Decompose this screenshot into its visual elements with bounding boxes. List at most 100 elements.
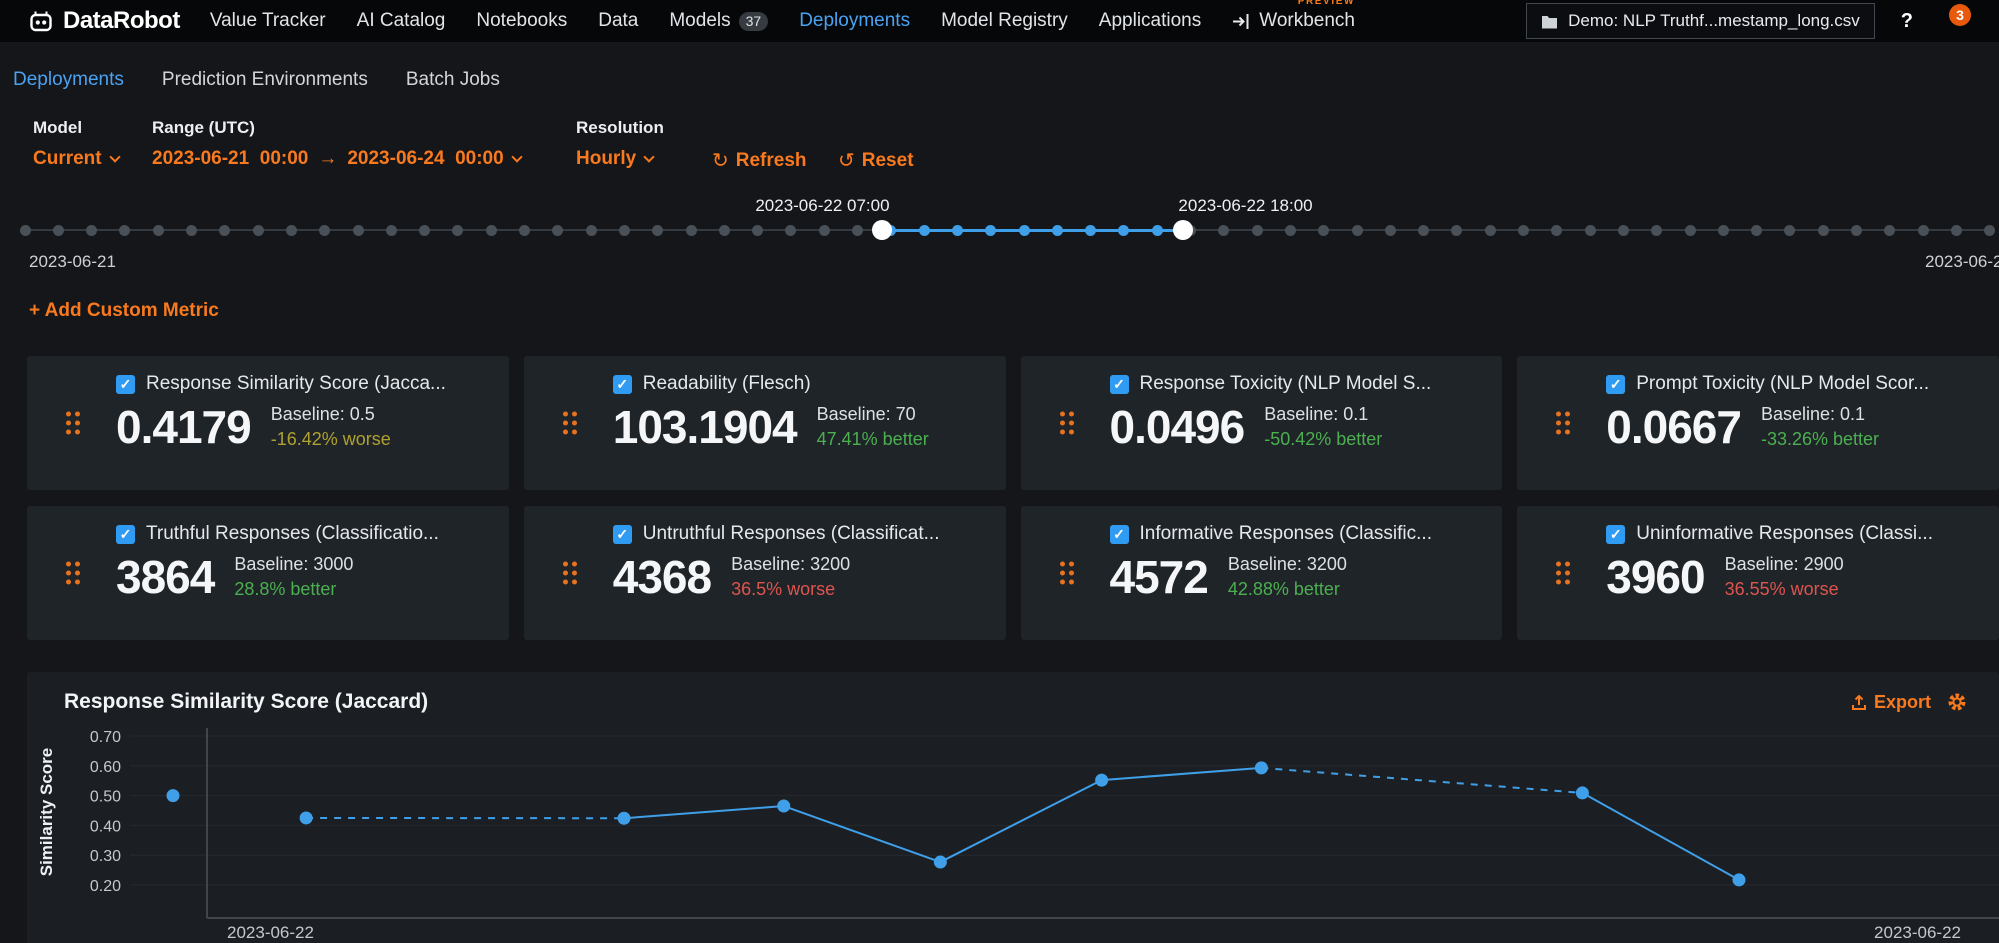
timeline-tick-dot[interactable] [1984, 225, 1995, 236]
timeline-tick-dot[interactable] [586, 225, 597, 236]
timeline-tick-dot[interactable] [1784, 225, 1795, 236]
drag-handle-icon[interactable] [563, 562, 577, 585]
resolution-dropdown[interactable]: Hourly [576, 148, 653, 170]
drag-handle-icon[interactable] [563, 412, 577, 435]
timeline-tick-dot[interactable] [1085, 225, 1096, 236]
timeline-tick-dot[interactable] [1918, 225, 1929, 236]
timeline-tick-dot[interactable] [1818, 225, 1829, 236]
timeline-tick-dot[interactable] [619, 225, 630, 236]
timeline-tick-dot[interactable] [452, 225, 463, 236]
timeline-tick-dot[interactable] [1884, 225, 1895, 236]
timeline-tick-dot[interactable] [752, 225, 763, 236]
timeline-tick-dot[interactable] [852, 225, 863, 236]
timeline-tick-dot[interactable] [819, 225, 830, 236]
drag-handle-icon[interactable] [66, 562, 80, 585]
help-icon[interactable]: ? [1901, 10, 1913, 33]
timeline-tick-dot[interactable] [1551, 225, 1562, 236]
timeline-tick-dot[interactable] [785, 225, 796, 236]
timeline-tick-dot[interactable] [1285, 225, 1296, 236]
nav-item-models[interactable]: Models37 [669, 10, 768, 32]
export-button[interactable]: Export [1851, 692, 1931, 713]
metric-checkbox[interactable]: ✓ [1606, 525, 1625, 544]
chart-point[interactable] [1733, 873, 1746, 886]
timeline-tick-dot[interactable] [286, 225, 297, 236]
metric-checkbox[interactable]: ✓ [116, 375, 135, 394]
timeline-tick-dot[interactable] [1485, 225, 1496, 236]
timeline-tick-dot[interactable] [1052, 225, 1063, 236]
timeline-tick-dot[interactable] [519, 225, 530, 236]
tab-prediction-environments[interactable]: Prediction Environments [162, 69, 368, 91]
timeline-tick-dot[interactable] [1851, 225, 1862, 236]
timeline-tick-dot[interactable] [985, 225, 996, 236]
drag-handle-icon[interactable] [1556, 412, 1570, 435]
timeline-tick-dot[interactable] [1585, 225, 1596, 236]
chart-point[interactable] [934, 856, 947, 869]
tab-deployments[interactable]: Deployments [13, 69, 124, 91]
drag-handle-icon[interactable] [1556, 562, 1570, 585]
timeline-tick-dot[interactable] [319, 225, 330, 236]
reset-button[interactable]: ↺ Reset [838, 148, 914, 173]
timeline-tick-dot[interactable] [53, 225, 64, 236]
nav-item-applications[interactable]: Applications [1099, 10, 1201, 32]
timeline-tick-dot[interactable] [1152, 225, 1163, 236]
timeline-tick-dot[interactable] [119, 225, 130, 236]
timeline-tick-dot[interactable] [20, 225, 31, 236]
tab-batch-jobs[interactable]: Batch Jobs [406, 69, 500, 91]
timeline-tick-dot[interactable] [952, 225, 963, 236]
timeline-tick-dot[interactable] [186, 225, 197, 236]
timeline-tick-dot[interactable] [1252, 225, 1263, 236]
nav-item-model-registry[interactable]: Model Registry [941, 10, 1068, 32]
chart-point[interactable] [777, 800, 790, 813]
timeline-tick-dot[interactable] [253, 225, 264, 236]
timeline-tick-dot[interactable] [1385, 225, 1396, 236]
nav-item-workbench[interactable]: PREVIEWWorkbench [1232, 10, 1355, 32]
timeline-tick-dot[interactable] [486, 225, 497, 236]
drag-handle-icon[interactable] [66, 412, 80, 435]
timeline-tick-dot[interactable] [1618, 225, 1629, 236]
timeline-tick-dot[interactable] [1518, 225, 1529, 236]
nav-item-value-tracker[interactable]: Value Tracker [210, 10, 326, 32]
nav-item-data[interactable]: Data [598, 10, 638, 32]
metric-checkbox[interactable]: ✓ [1110, 375, 1129, 394]
timeline-tick-dot[interactable] [919, 225, 930, 236]
chart-settings-button[interactable] [1947, 692, 1967, 712]
timeline-tick-dot[interactable] [1318, 225, 1329, 236]
chart-point[interactable] [618, 812, 631, 825]
model-dropdown[interactable]: Current [33, 148, 119, 170]
datarobot-logo[interactable]: DataRobot [28, 7, 180, 35]
chart-point[interactable] [300, 811, 313, 824]
timeline-tick-dot[interactable] [353, 225, 364, 236]
timeline-tick-dot[interactable] [1685, 225, 1696, 236]
dataset-selector[interactable]: Demo: NLP Truthf...mestamp_long.csv [1526, 3, 1875, 39]
range-dropdown[interactable]: 2023-06-21 00:00 → 2023-06-24 00:00 [152, 148, 521, 170]
nav-item-deployments[interactable]: Deployments [799, 10, 910, 32]
timeline-tick-dot[interactable] [719, 225, 730, 236]
metric-checkbox[interactable]: ✓ [1606, 375, 1625, 394]
timeline-tick-dot[interactable] [419, 225, 430, 236]
notification-badge[interactable]: 3 [1949, 4, 1971, 26]
timeline-tick-dot[interactable] [1718, 225, 1729, 236]
timeline-tick-dot[interactable] [1352, 225, 1363, 236]
metric-checkbox[interactable]: ✓ [613, 525, 632, 544]
timeline-tick-dot[interactable] [1218, 225, 1229, 236]
timeline-tick-dot[interactable] [153, 225, 164, 236]
timeline-tick-dot[interactable] [1751, 225, 1762, 236]
timeline-handle-left[interactable] [872, 220, 892, 240]
chart-point[interactable] [1576, 786, 1589, 799]
timeline-handle-right[interactable] [1173, 220, 1193, 240]
timeline-tick-dot[interactable] [1451, 225, 1462, 236]
drag-handle-icon[interactable] [1060, 412, 1074, 435]
add-custom-metric-button[interactable]: + Add Custom Metric [29, 300, 219, 322]
timeline-tick-dot[interactable] [86, 225, 97, 236]
timeline-tick-dot[interactable] [652, 225, 663, 236]
nav-item-ai-catalog[interactable]: AI Catalog [357, 10, 446, 32]
timeline-tick-dot[interactable] [1651, 225, 1662, 236]
metric-checkbox[interactable]: ✓ [1110, 525, 1129, 544]
timeline-tick-dot[interactable] [1118, 225, 1129, 236]
timeline-tick-dot[interactable] [552, 225, 563, 236]
timeline-tick-dot[interactable] [386, 225, 397, 236]
timeline-tick-dot[interactable] [1418, 225, 1429, 236]
nav-item-notebooks[interactable]: Notebooks [476, 10, 567, 32]
metric-checkbox[interactable]: ✓ [116, 525, 135, 544]
timeline-tick-dot[interactable] [686, 225, 697, 236]
